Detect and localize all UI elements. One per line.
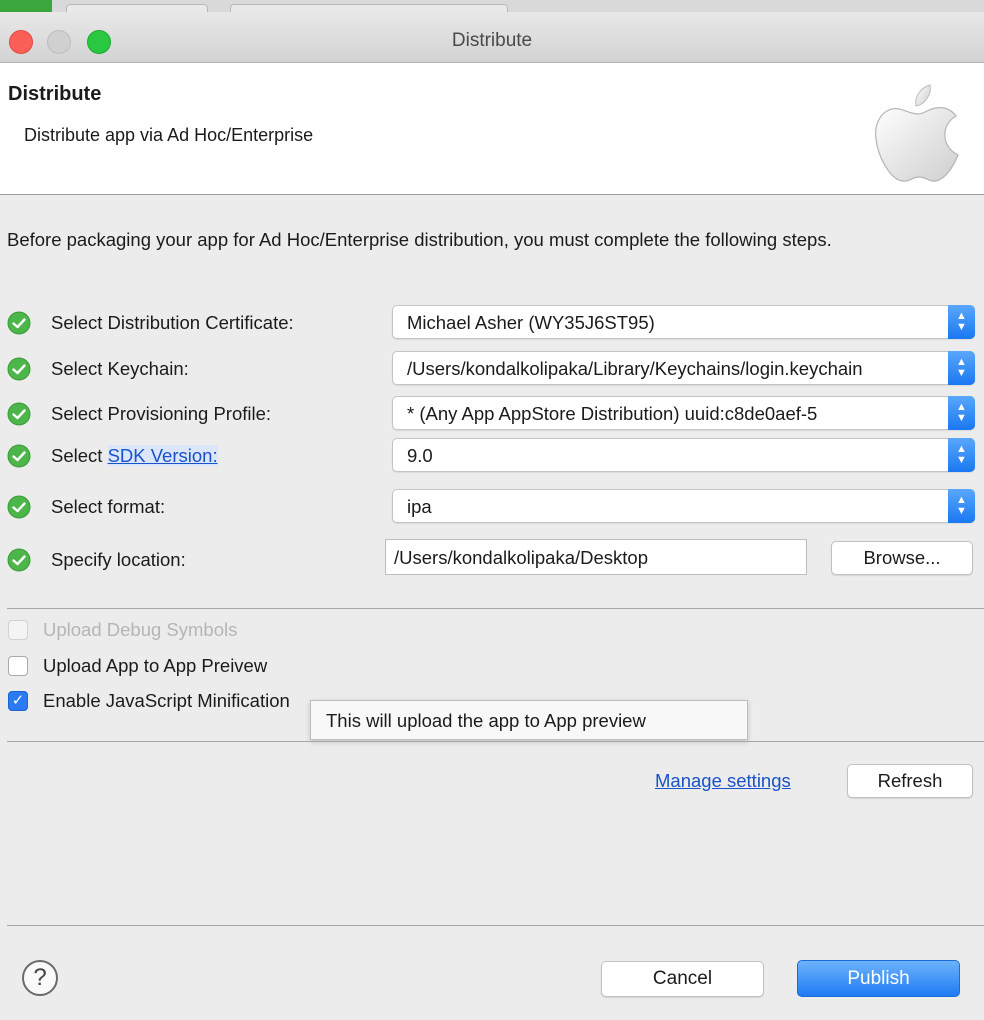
step-certificate: Select Distribution Certificate: Michael… (0, 302, 984, 342)
sdk-version-select[interactable]: 9.0 ▲ ▼ (392, 438, 975, 472)
check-circle-icon (7, 402, 31, 426)
divider (7, 608, 984, 609)
sdk-version-link-text: SDK Version (107, 445, 213, 466)
certificate-label: Select Distribution Certificate: (51, 312, 294, 333)
background-toolbar-item (0, 0, 52, 12)
check-circle-icon (7, 357, 31, 381)
keychain-select[interactable]: /Users/kondalkolipaka/Library/Keychains/… (392, 351, 975, 385)
step-format: Select format: ipa ▲ ▼ (0, 486, 984, 526)
chevron-updown-icon[interactable]: ▲ ▼ (948, 489, 975, 523)
certificate-value: Michael Asher (WY35J6ST95) (407, 312, 655, 333)
chevron-updown-icon[interactable]: ▲ ▼ (948, 351, 975, 385)
chevron-updown-icon[interactable]: ▲ ▼ (948, 305, 975, 339)
manage-settings-link[interactable]: Manage settings (655, 770, 791, 792)
location-label: Specify location: (51, 549, 186, 570)
divider (7, 925, 984, 926)
cancel-button[interactable]: Cancel (601, 961, 764, 997)
refresh-button[interactable]: Refresh (847, 764, 973, 798)
location-value: /Users/kondalkolipaka/Desktop (394, 547, 648, 568)
minification-checkbox[interactable]: ✓ (8, 691, 28, 711)
step-provisioning-profile: Select Provisioning Profile: * (Any App … (0, 393, 984, 433)
header-title: Distribute (8, 83, 102, 105)
format-select[interactable]: ipa ▲ ▼ (392, 489, 975, 523)
browse-button[interactable]: Browse... (831, 541, 973, 575)
distribute-dialog: Distribute Distribute Distribute app via… (0, 12, 984, 1014)
sdk-version-value: 9.0 (407, 445, 433, 466)
minification-label: Enable JavaScript Minification (43, 690, 290, 711)
tooltip: This will upload the app to App preview (310, 700, 748, 740)
dialog-header: Distribute Distribute app via Ad Hoc/Ent… (0, 63, 984, 195)
app-preview-checkbox[interactable] (8, 656, 28, 676)
sdk-label-prefix: Select (51, 445, 108, 466)
intro-text: Before packaging your app for Ad Hoc/Ent… (7, 229, 832, 250)
sdk-label: Select SDK Version: (51, 445, 218, 467)
profile-select[interactable]: * (Any App AppStore Distribution) uuid:c… (392, 396, 975, 430)
check-circle-icon (7, 495, 31, 519)
background-window-strip (0, 0, 984, 20)
app-preview-label: Upload App to App Preivew (43, 655, 268, 676)
step-keychain: Select Keychain: /Users/kondalkolipaka/L… (0, 348, 984, 388)
chevron-updown-icon[interactable]: ▲ ▼ (948, 396, 975, 430)
chevron-updown-icon[interactable]: ▲ ▼ (948, 438, 975, 472)
location-input[interactable]: /Users/kondalkolipaka/Desktop (385, 539, 807, 575)
window-title: Distribute (451, 30, 533, 51)
keychain-label: Select Keychain: (51, 358, 189, 379)
check-circle-icon (7, 311, 31, 335)
sdk-label-suffix: : (212, 445, 218, 466)
sdk-version-link[interactable]: SDK Version: (107, 445, 218, 466)
profile-label: Select Provisioning Profile: (51, 403, 272, 424)
debug-symbols-label: Upload Debug Symbols (43, 619, 238, 640)
format-label: Select format: (51, 496, 166, 517)
profile-value: * (Any App AppStore Distribution) uuid:c… (407, 403, 818, 424)
step-sdk-version: Select SDK Version: 9.0 ▲ ▼ (0, 435, 984, 475)
check-circle-icon (7, 444, 31, 468)
publish-button[interactable]: Publish (797, 960, 960, 997)
step-location: Specify location: /Users/kondalkolipaka/… (0, 539, 984, 579)
tooltip-text: This will upload the app to App preview (326, 710, 646, 731)
certificate-select[interactable]: Michael Asher (WY35J6ST95) ▲ ▼ (392, 305, 975, 339)
header-subtitle: Distribute app via Ad Hoc/Enterprise (24, 125, 314, 145)
keychain-value: /Users/kondalkolipaka/Library/Keychains/… (407, 358, 863, 379)
apple-logo-icon (875, 84, 959, 182)
checkmark-icon: ✓ (11, 692, 25, 709)
title-bar: Distribute (0, 12, 984, 63)
check-circle-icon (7, 548, 31, 572)
divider (7, 741, 984, 742)
debug-symbols-checkbox[interactable] (8, 620, 28, 640)
format-value: ipa (407, 496, 432, 517)
help-button[interactable]: ? (22, 960, 58, 996)
